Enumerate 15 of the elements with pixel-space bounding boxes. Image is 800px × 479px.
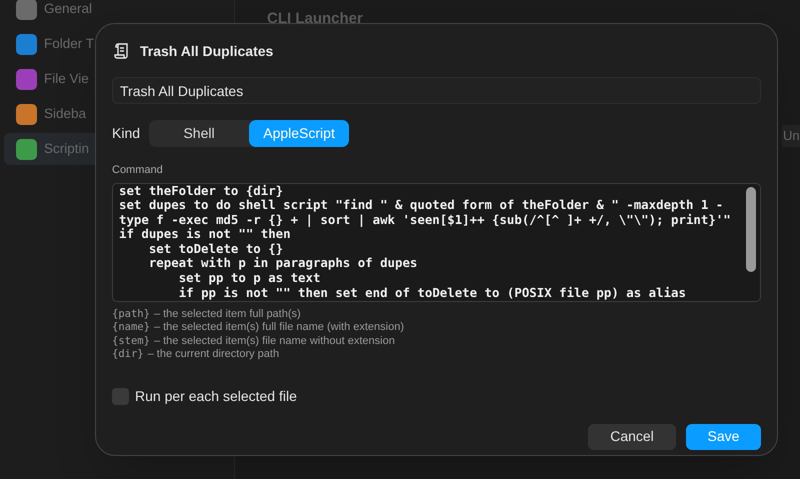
- help-text: – the selected item(s) file name without extension: [154, 334, 395, 348]
- checkbox-label: Run per each selected file: [135, 386, 297, 406]
- help-text: – the selected item(s) full file name (with extension): [154, 321, 404, 334]
- help-text: – the current directory path: [148, 348, 280, 362]
- placeholder-token: {path}: [112, 308, 150, 321]
- placeholder-token: {name}: [112, 321, 150, 334]
- help-text: – the selected item full path(s): [154, 308, 301, 321]
- placeholder-token: {stem}: [112, 334, 150, 348]
- command-label: Command: [112, 163, 164, 178]
- dialog-title: Trash All Duplicates: [140, 42, 274, 61]
- kind-label: Kind: [112, 124, 140, 143]
- code-text: set theFolder to {dir} set dupes to do shell script "find " & quoted form of theFolder & " -maxdepth 1 -type f -exec md5 -r {} + | sort | awk 'seen[$1]++ {sub(/^[^ ]+ +/, \"\"); print}'" if dupes is not "" then set toDelete to {} repeat with p in paragraphs of dupes set pp to p as text if pp is not "" then set end of toDelete to (POSIX file pp) as alias: [119, 184, 731, 300]
- placeholder-token: {dir}: [112, 348, 144, 362]
- column-header: Un: [782, 125, 800, 147]
- page-title: CLI Launcher: [267, 9, 363, 29]
